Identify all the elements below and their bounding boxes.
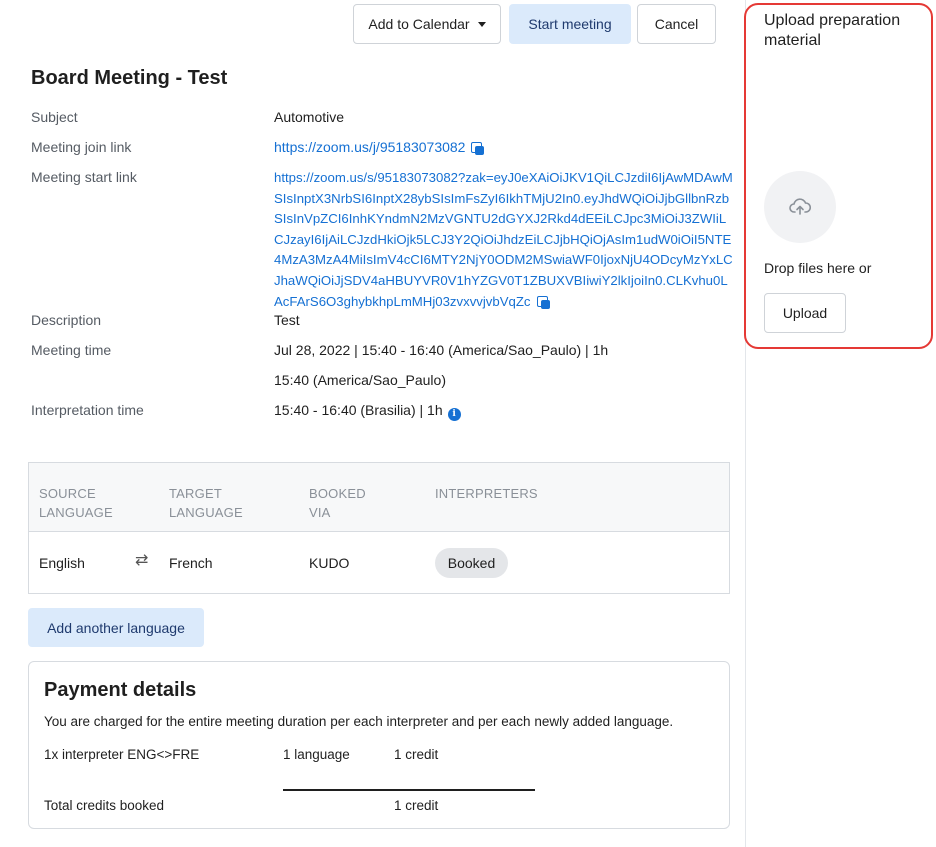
join-link[interactable]: https://zoom.us/j/95183073082 bbox=[274, 139, 465, 155]
add-another-language-label: Add another language bbox=[47, 619, 185, 636]
meeting-time-value: Jul 28, 2022 | 15:40 - 16:40 (America/Sa… bbox=[274, 342, 609, 358]
page-title: Board Meeting - Test bbox=[31, 67, 228, 89]
upload-dropzone[interactable] bbox=[764, 171, 836, 243]
description-label: Description bbox=[31, 312, 102, 328]
copy-icon[interactable] bbox=[471, 142, 485, 155]
source-language-cell: English bbox=[39, 555, 85, 571]
interpretation-time-label: Interpretation time bbox=[31, 402, 144, 418]
header-text: VIA bbox=[309, 505, 331, 520]
description-value: Test bbox=[274, 312, 300, 328]
drop-files-text: Drop files here or bbox=[764, 260, 872, 276]
column-header-interpreters: INTERPRETERS bbox=[435, 486, 538, 501]
line-item-label: 1x interpreter ENG<>FRE bbox=[44, 747, 200, 762]
cancel-button[interactable]: Cancel bbox=[637, 4, 716, 44]
target-language-cell: French bbox=[169, 555, 213, 571]
interpretation-time-row: 15:40 - 16:40 (Brasilia) | 1h i bbox=[274, 402, 461, 421]
start-link[interactable]: https://zoom.us/s/95183073082?zak=eyJ0eX… bbox=[274, 170, 733, 309]
copy-icon[interactable] bbox=[536, 295, 550, 309]
add-to-calendar-label: Add to Calendar bbox=[368, 16, 470, 32]
start-meeting-label: Start meeting bbox=[528, 16, 612, 32]
payment-details-card: Payment details You are charged for the … bbox=[28, 661, 730, 829]
status-badge: Booked bbox=[435, 548, 508, 578]
upload-button[interactable]: Upload bbox=[764, 293, 846, 333]
join-link-label: Meeting join link bbox=[31, 139, 132, 155]
upload-button-label: Upload bbox=[782, 305, 828, 321]
table-header: SOURCE LANGUAGE TARGET LANGUAGE BOOKED V… bbox=[29, 463, 729, 532]
add-to-calendar-button[interactable]: Add to Calendar bbox=[353, 4, 501, 44]
header-text: LANGUAGE bbox=[39, 505, 113, 520]
subject-label: Subject bbox=[31, 109, 78, 125]
info-icon[interactable]: i bbox=[447, 407, 461, 421]
caret-down-icon bbox=[477, 21, 486, 27]
meeting-time-label: Meeting time bbox=[31, 342, 112, 358]
total-credits: 1 credit bbox=[394, 798, 439, 813]
upload-panel: Upload preparation material Drop files h… bbox=[744, 3, 933, 349]
header-text: LANGUAGE bbox=[169, 505, 243, 520]
payment-title: Payment details bbox=[44, 679, 197, 701]
start-link-row: https://zoom.us/s/95183073082?zak=eyJ0eX… bbox=[274, 168, 734, 312]
join-link-row: https://zoom.us/j/95183073082 bbox=[274, 139, 485, 155]
column-header-source: SOURCE LANGUAGE bbox=[39, 484, 113, 522]
interpretation-time-value: 15:40 - 16:40 (Brasilia) | 1h bbox=[274, 402, 443, 418]
total-divider bbox=[283, 789, 535, 791]
line-item-credits: 1 credit bbox=[394, 747, 439, 762]
payment-description: You are charged for the entire meeting d… bbox=[44, 714, 674, 729]
start-link-label: Meeting start link bbox=[31, 169, 137, 185]
cloud-upload-icon bbox=[789, 198, 811, 215]
line-item-languages: 1 language bbox=[283, 747, 350, 762]
add-another-language-button[interactable]: Add another language bbox=[28, 608, 204, 647]
languages-table: SOURCE LANGUAGE TARGET LANGUAGE BOOKED V… bbox=[28, 462, 730, 594]
column-header-target: TARGET LANGUAGE bbox=[169, 484, 243, 522]
start-meeting-button[interactable]: Start meeting bbox=[509, 4, 631, 44]
total-label: Total credits booked bbox=[44, 798, 165, 813]
upload-title: Upload preparation material bbox=[764, 12, 901, 49]
booked-via-cell: KUDO bbox=[309, 555, 350, 571]
meeting-time-local-value: 15:40 (America/Sao_Paulo) bbox=[274, 372, 446, 388]
header-text: BOOKED bbox=[309, 486, 366, 501]
column-header-booked-via: BOOKED VIA bbox=[309, 484, 366, 522]
header-text: TARGET bbox=[169, 486, 222, 501]
subject-value: Automotive bbox=[274, 109, 345, 125]
cancel-label: Cancel bbox=[654, 16, 699, 32]
swap-arrows-icon: ⇄ bbox=[135, 552, 149, 569]
header-text: SOURCE bbox=[39, 486, 96, 501]
